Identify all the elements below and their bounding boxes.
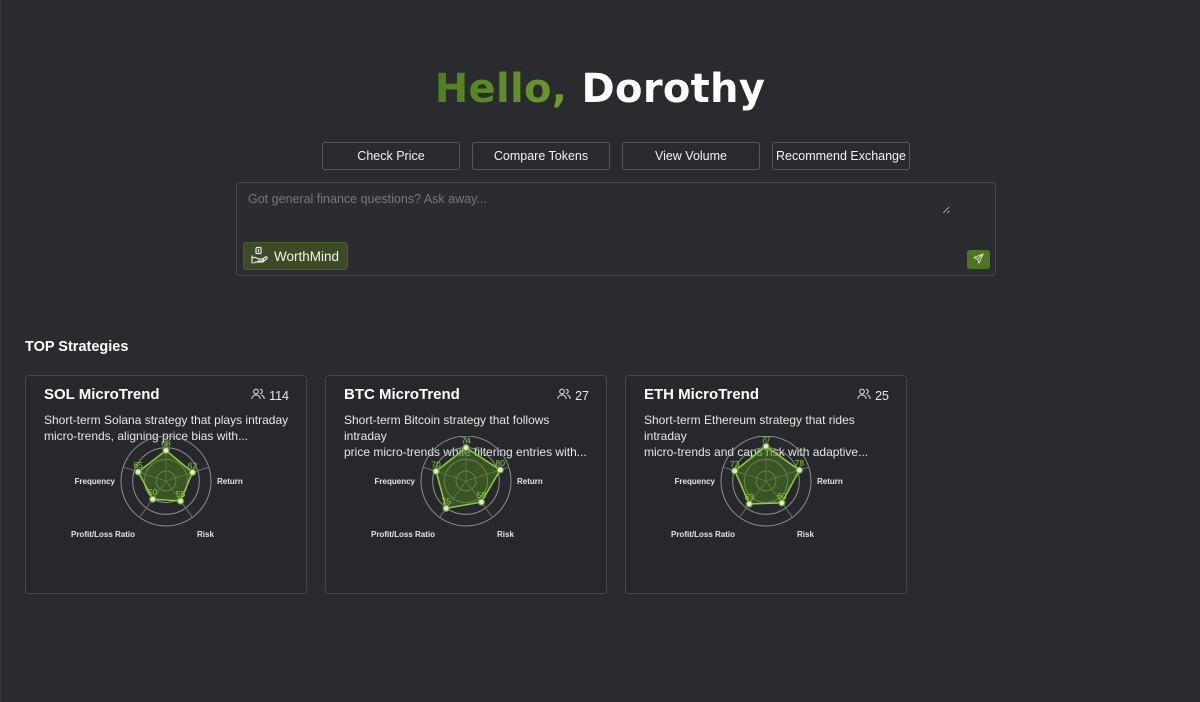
radar-axis-label: Frequency: [675, 477, 716, 486]
radar-axis-label: Risk: [497, 530, 514, 539]
radar-value-label: 60: [777, 491, 787, 501]
radar-chart: 7778606373Win RateReturnRiskProfit/Loss …: [671, 436, 843, 539]
radar-axis-label: Frequency: [75, 477, 116, 486]
radar-axis-label: Return: [217, 477, 243, 486]
chat-box: WorthMind: [236, 182, 996, 276]
model-label: WorthMind: [274, 248, 340, 264]
strategy-users: 25: [857, 388, 889, 403]
radar-value-label: 80: [496, 458, 506, 468]
radar-chart: 6862555065Win RateReturnRiskProfit/Loss …: [71, 436, 243, 539]
greeting-heading: Hello, Dorothy: [0, 66, 1200, 112]
radar-value-label: 78: [795, 458, 805, 468]
radar-chart: 7480587570Win RateReturnRiskProfit/Loss …: [371, 436, 543, 539]
description-line: Short-term Solana strategy that plays in…: [44, 413, 289, 427]
radar-value-label: 63: [745, 492, 755, 502]
send-button[interactable]: [967, 250, 990, 269]
strategy-title: ETH MicroTrend: [644, 386, 760, 403]
radar-axis-label: Return: [517, 477, 543, 486]
radar-value-label: 65: [133, 460, 143, 470]
radar-axis-label: Risk: [197, 530, 214, 539]
radar-value-label: 50: [148, 487, 158, 497]
recommend-exchange-button[interactable]: Recommend Exchange: [772, 142, 910, 170]
send-icon: [973, 251, 984, 269]
radar-axis-label: Profit/Loss Ratio: [671, 530, 735, 539]
strategy-title: SOL MicroTrend: [44, 386, 160, 403]
check-price-button[interactable]: Check Price: [322, 142, 460, 170]
radar-axis-label: Return: [817, 477, 843, 486]
radar-axis-label: Risk: [797, 530, 814, 539]
strategy-users: 27: [557, 388, 589, 403]
section-title-top-strategies: TOP Strategies: [25, 339, 129, 355]
users-count: 114: [269, 388, 289, 403]
strategy-card-btc[interactable]: BTC MicroTrend 27 Short-term Bitcoin str…: [325, 375, 607, 594]
users-icon: [251, 388, 265, 403]
radar-axis-label: Profit/Loss Ratio: [71, 530, 135, 539]
radar-value-label: 58: [477, 490, 487, 500]
compare-tokens-button[interactable]: Compare Tokens: [472, 142, 610, 170]
users-count: 27: [575, 388, 589, 403]
users-icon: [557, 388, 571, 403]
model-selector-button[interactable]: WorthMind: [243, 242, 349, 270]
radar-axis-label: Frequency: [375, 477, 416, 486]
quick-actions: Check Price Compare Tokens View Volume R…: [322, 142, 910, 170]
strategy-card-sol[interactable]: SOL MicroTrend 114 Short-term Solana str…: [25, 375, 307, 594]
radar-axis-label: Profit/Loss Ratio: [371, 530, 435, 539]
strategy-card-eth[interactable]: ETH MicroTrend 25 Short-term Ethereum st…: [625, 375, 907, 594]
radar-value-label: 70: [431, 459, 441, 469]
worthmind-logo-icon: [250, 246, 268, 267]
radar-value-label: 75: [441, 496, 451, 506]
users-icon: [857, 388, 871, 403]
radar-value-label: 62: [188, 460, 198, 470]
radar-value-label: 77: [761, 436, 771, 444]
radar-value-label: 68: [161, 438, 171, 448]
greeting-username: Dorothy: [581, 66, 766, 112]
chat-input[interactable]: [246, 190, 950, 214]
strategy-title: BTC MicroTrend: [344, 386, 460, 403]
radar-value-label: 74: [461, 436, 471, 446]
strategy-users: 114: [251, 388, 289, 403]
greeting-hello: Hello,: [434, 66, 568, 112]
view-volume-button[interactable]: View Volume: [622, 142, 760, 170]
users-count: 25: [875, 388, 889, 403]
radar-value-label: 73: [730, 459, 740, 469]
radar-value-label: 55: [176, 489, 186, 499]
